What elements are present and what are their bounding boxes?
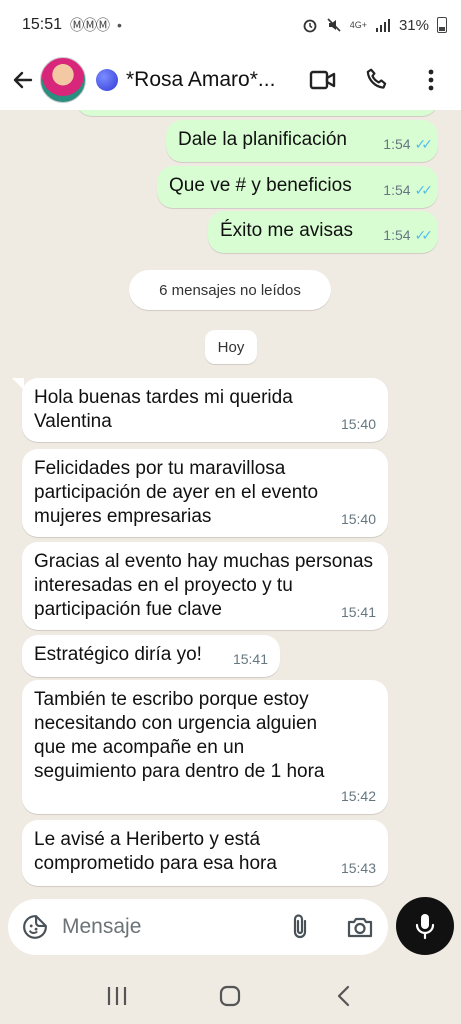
message-bubble-out[interactable]: Dale la planificación 1:54 ✓✓ [166, 120, 438, 162]
attach-icon[interactable] [288, 913, 312, 941]
message-bubble-out-partial[interactable] [76, 110, 438, 116]
nav-home-icon [220, 985, 241, 1006]
phone-icon [366, 68, 387, 89]
nav-recents-icon [107, 986, 126, 1005]
message-bubble-in[interactable]: Estratégico diría yo! 15:41 [22, 635, 280, 677]
message-text: Dale la planificación [178, 129, 347, 150]
message-meta: 1:54 ✓✓ [383, 132, 434, 156]
message-meta: 1:54 ✓✓ [383, 178, 434, 202]
voice-message-button[interactable] [396, 897, 454, 955]
battery-icon [437, 17, 447, 33]
battery-percent: 31% [398, 16, 429, 34]
message-bubble-in[interactable]: Hola buenas tardes mi querida Valentina … [22, 378, 388, 442]
nav-recents-button[interactable] [97, 976, 137, 1016]
header-actions [309, 66, 451, 94]
message-time: 15:41 [232, 651, 268, 667]
mic-icon [415, 914, 435, 940]
date-chip: Hoy [205, 330, 257, 364]
message-bubble-out[interactable]: Que ve # y beneficios 1:54 ✓✓ [157, 166, 438, 208]
message-bubble-in[interactable]: También te escribo porque estoy necesita… [22, 680, 388, 814]
message-time: 15:43 [340, 860, 376, 876]
message-text: Hola buenas tardes mi querida Valentina [34, 387, 293, 432]
message-bubble-out[interactable]: Éxito me avisas 1:54 ✓✓ [208, 211, 438, 253]
back-button[interactable] [10, 67, 36, 93]
status-bar: 15:51 ⓂⓂⓂ • 4G+ 31% [0, 0, 461, 50]
status-right: 4G+ 31% [302, 17, 447, 34]
message-time: 15:40 [340, 511, 376, 527]
system-nav-bar [0, 967, 461, 1024]
message-text: Felicidades por tu maravillosa participa… [34, 458, 319, 527]
message-input[interactable]: Mensaje [62, 915, 288, 939]
message-text: Le avisé a Heriberto y está comprometido… [34, 829, 277, 874]
more-vert-icon [428, 69, 434, 91]
more-options-button[interactable] [417, 66, 445, 94]
message-text: Estratégico diría yo! [34, 644, 202, 665]
blue-circle-icon [96, 69, 118, 91]
chat-area[interactable]: Dale la planificación 1:54 ✓✓ Que ve # y… [0, 110, 461, 897]
contact-name: *Rosa Amaro*... [126, 68, 276, 91]
message-input-box[interactable]: Mensaje [8, 899, 388, 955]
unread-messages-banner: 6 mensajes no leídos [129, 270, 331, 310]
unread-label: 6 mensajes no leídos [159, 281, 301, 299]
signal-icon [375, 19, 390, 32]
contact-avatar[interactable] [40, 57, 86, 103]
read-ticks-icon: ✓✓ [414, 227, 434, 243]
status-dot: • [117, 17, 122, 33]
video-call-button[interactable] [309, 66, 337, 94]
alarm-icon [303, 19, 317, 33]
date-label: Hoy [217, 338, 245, 356]
message-time: 1:54 [383, 136, 411, 152]
read-ticks-icon: ✓✓ [414, 182, 434, 198]
message-bubble-in[interactable]: Le avisé a Heriberto y está comprometido… [22, 820, 388, 886]
message-text: Que ve # y beneficios [169, 175, 352, 196]
message-time: 15:40 [340, 416, 376, 432]
status-left: 15:51 ⓂⓂⓂ • [22, 15, 122, 35]
nav-back-button[interactable] [324, 976, 364, 1016]
message-time: 15:42 [340, 788, 376, 804]
composer: Mensaje [0, 897, 461, 967]
network-type: 4G+ [349, 19, 367, 30]
message-bubble-in[interactable]: Gracias al evento hay muchas personas in… [22, 542, 388, 630]
voice-call-button[interactable] [363, 66, 391, 94]
back-arrow-icon [13, 71, 33, 89]
camera-icon[interactable] [346, 915, 374, 939]
mute-icon [327, 18, 341, 32]
status-time: 15:51 [22, 16, 63, 33]
message-text: Éxito me avisas [220, 220, 354, 241]
message-meta: 1:54 ✓✓ [383, 223, 434, 247]
sticker-icon[interactable] [22, 914, 48, 940]
video-call-icon [309, 70, 336, 90]
message-time: 1:54 [383, 227, 411, 243]
message-text: También te escribo porque estoy necesita… [34, 689, 325, 782]
message-time: 1:54 [383, 182, 411, 198]
chat-header: *Rosa Amaro*... [0, 50, 461, 110]
message-bubble-in[interactable]: Felicidades por tu maravillosa participa… [22, 449, 388, 537]
nav-back-icon [338, 985, 350, 1006]
notification-icons: ⓂⓂⓂ [70, 17, 110, 33]
read-ticks-icon: ✓✓ [414, 136, 434, 152]
message-time: 15:41 [340, 604, 376, 620]
contact-info[interactable]: *Rosa Amaro*... [96, 68, 275, 92]
nav-home-button[interactable] [210, 976, 250, 1016]
message-text: Gracias al evento hay muchas personas in… [34, 551, 374, 620]
